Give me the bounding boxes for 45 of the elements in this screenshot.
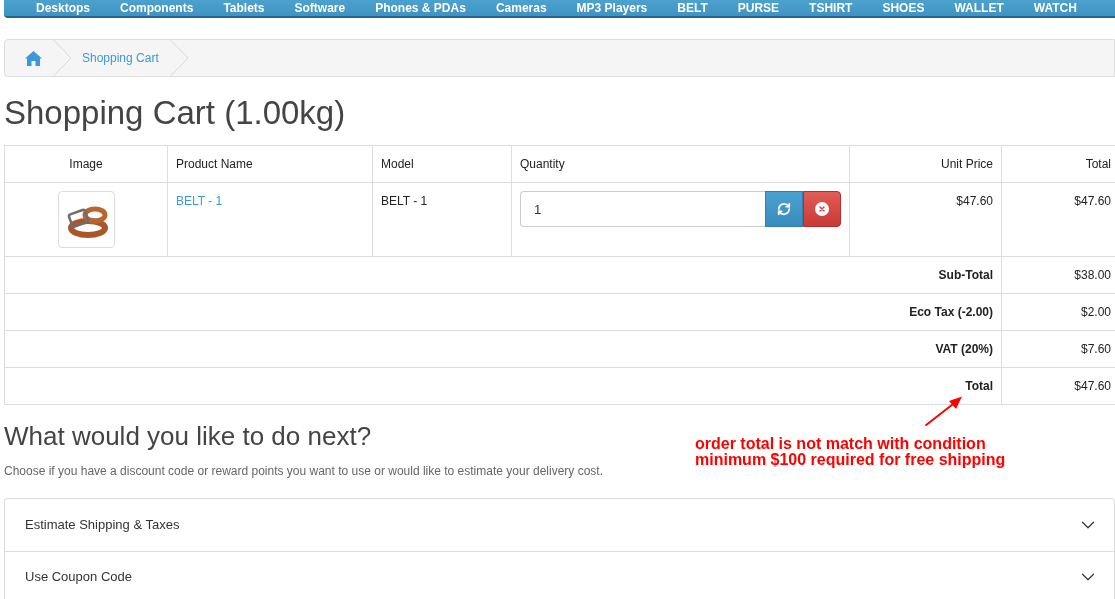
totals-label: Eco Tax (-2.00): [4, 293, 1002, 331]
remove-button[interactable]: [803, 191, 841, 228]
annotation-note: order total is not match with condition minimum $100 required for free shipping: [695, 436, 1006, 468]
nav-menu-item[interactable]: WALLET: [939, 1, 1019, 15]
annotation-arrow: [924, 395, 964, 427]
nav-menu-item[interactable]: Software: [279, 1, 361, 15]
nav-menu-item[interactable]: Phones & PDAs: [360, 1, 481, 15]
totals-label: Total: [4, 367, 1002, 405]
nav-menu-item[interactable]: BELT: [662, 1, 723, 15]
column-header: Image: [4, 145, 168, 183]
page-title: Shopping Cart (1.00kg): [4, 95, 347, 132]
nav-menu-item[interactable]: Cameras: [480, 1, 562, 15]
column-header: Total: [1001, 145, 1115, 183]
column-header: Unit Price: [849, 145, 1002, 183]
accordion-title: Estimate Shipping & Taxes: [25, 515, 180, 534]
product-thumbnail[interactable]: [57, 191, 115, 249]
quantity-input[interactable]: 1: [520, 191, 765, 228]
accordion-header[interactable]: Estimate Shipping & Taxes: [5, 498, 1114, 551]
update-button[interactable]: [765, 191, 803, 228]
product-name-link[interactable]: BELT - 1: [176, 194, 223, 209]
totals-label: Sub-Total: [4, 256, 1002, 294]
column-header: Quantity: [511, 145, 850, 183]
nav-menu-item[interactable]: Tablets: [208, 1, 280, 15]
section-description: Choose if you have a discount code or reward points you want to use or would like to estimate your delivery cost.: [4, 462, 603, 480]
nav-menu-item[interactable]: TSHIRT: [794, 1, 868, 15]
accordion-header[interactable]: Use Coupon Code: [5, 550, 1114, 599]
breadcrumb-link[interactable]: Shopping Cart: [82, 50, 159, 66]
nav-menu-item[interactable]: Components: [105, 1, 209, 15]
nav-menu-item[interactable]: Desktops: [21, 1, 106, 15]
home-icon: [25, 50, 42, 66]
section-title: What would you like to do next?: [4, 422, 372, 451]
column-header: Product Name: [167, 145, 373, 183]
line-total: $47.60: [1074, 194, 1111, 209]
close-circle-icon: [815, 202, 829, 217]
product-model: BELT - 1: [381, 194, 428, 209]
refresh-icon: [777, 202, 791, 217]
nav-menu-item[interactable]: PURSE: [722, 1, 795, 15]
nav-menu-item[interactable]: SHOES: [867, 1, 940, 15]
unit-price: $47.60: [956, 194, 993, 209]
totals-label: VAT (20%): [4, 330, 1002, 368]
accordion-title: Use Coupon Code: [25, 567, 132, 586]
home-link[interactable]: [25, 50, 42, 66]
nav-menu-item[interactable]: WATCH: [1018, 1, 1092, 15]
nav-menu-item[interactable]: MP3 Players: [561, 1, 663, 15]
column-header: Model: [372, 145, 512, 183]
